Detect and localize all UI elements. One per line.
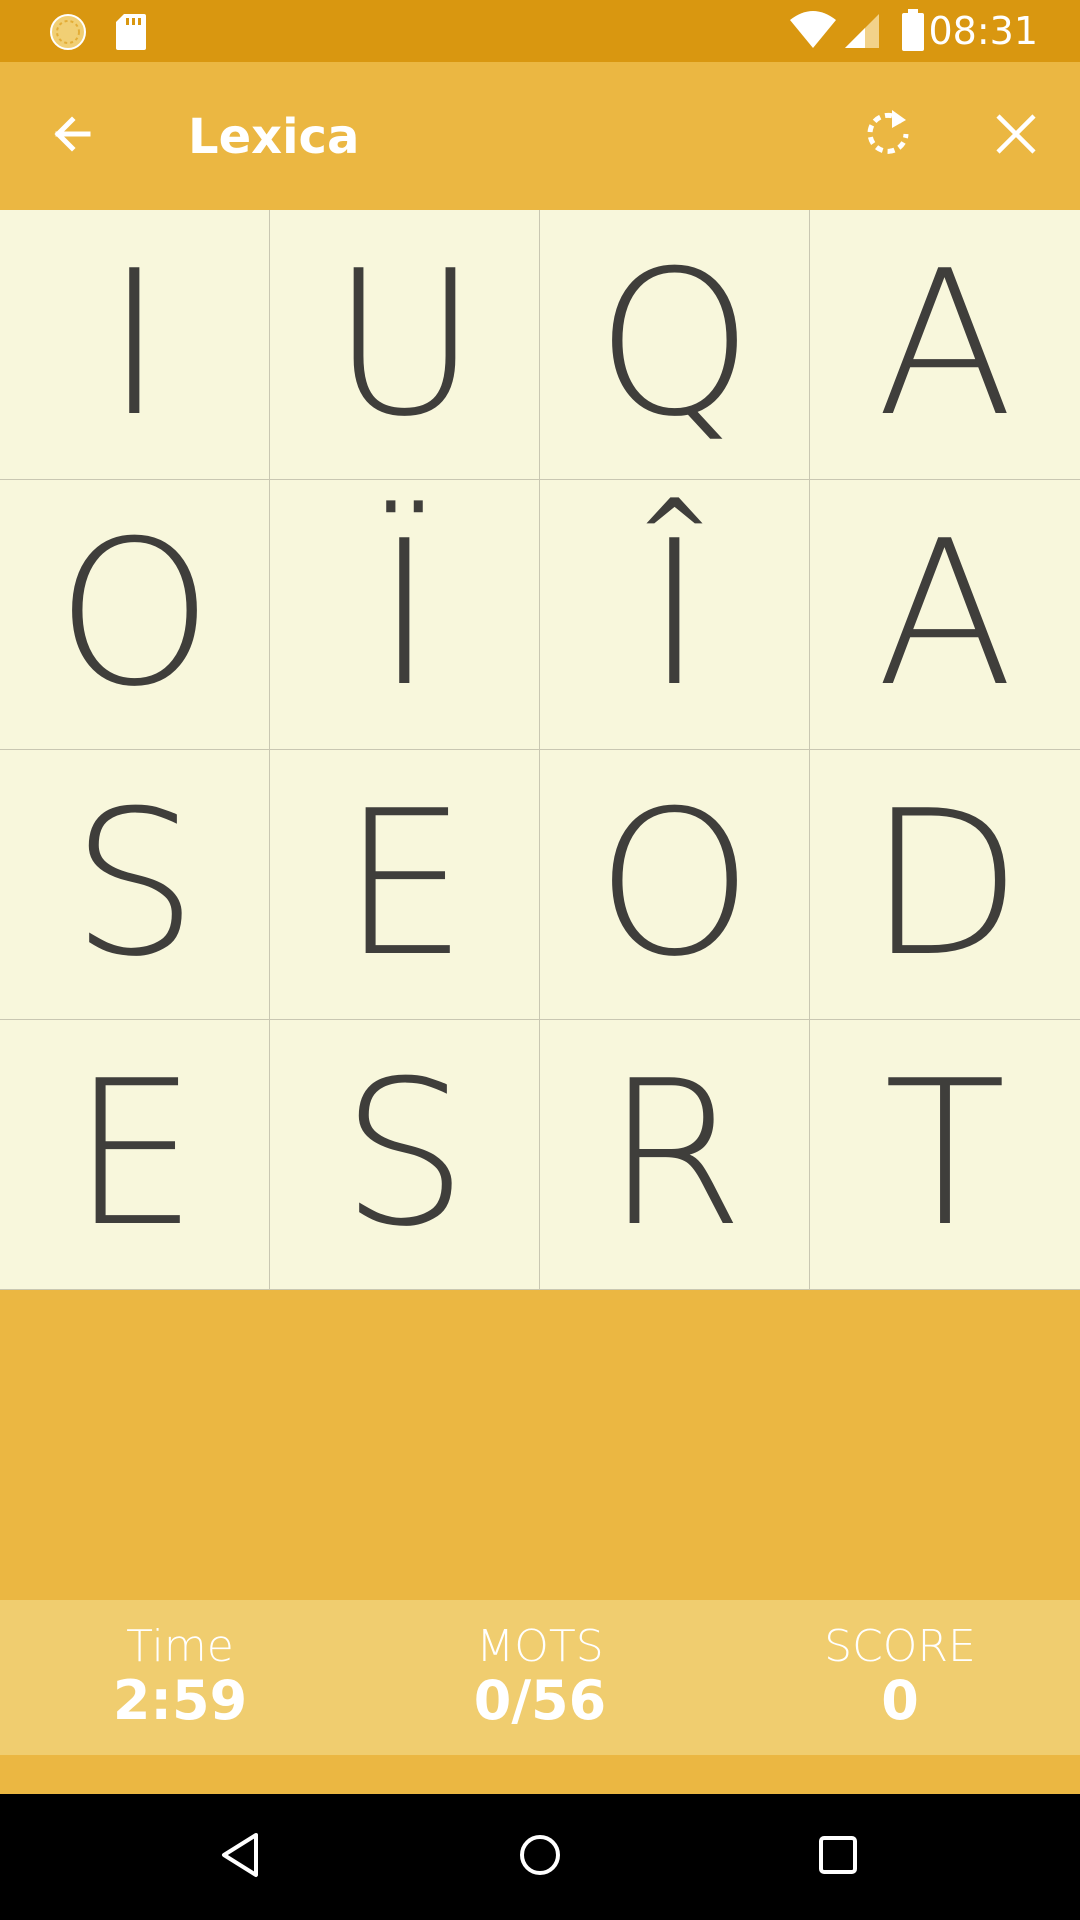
time-label: Time	[126, 1621, 234, 1672]
letter-tile[interactable]: Ï	[270, 480, 540, 750]
status-time: 08:31	[928, 9, 1038, 53]
letter-tile[interactable]: R	[540, 1020, 810, 1290]
status-bar: 08:31	[0, 0, 1080, 62]
app-bar: Lexica	[0, 62, 1080, 210]
letter-tile[interactable]: U	[270, 210, 540, 480]
rotate-board-button[interactable]	[848, 96, 928, 176]
letter-tile[interactable]: A	[810, 480, 1080, 750]
battery-icon	[901, 8, 925, 56]
letter-tile[interactable]: T	[810, 1020, 1080, 1290]
time-value: 2:59	[112, 1669, 248, 1732]
navigation-bar	[0, 1794, 1080, 1920]
letter-tile[interactable]: E	[0, 1020, 270, 1290]
sd-card-icon	[114, 12, 148, 56]
letter-tile[interactable]: E	[270, 750, 540, 1020]
nav-recents-button[interactable]	[798, 1817, 878, 1897]
letter-board: I U Q A O Ï Î A S E O D E S R T	[0, 210, 1080, 1290]
nav-back-icon	[218, 1831, 262, 1883]
score-label: SCORE	[824, 1621, 976, 1672]
score-stat: SCORE 0	[750, 1622, 1050, 1730]
arrow-back-icon	[48, 110, 96, 162]
wifi-icon	[789, 10, 837, 54]
app-title: Lexica	[188, 109, 360, 165]
letter-tile[interactable]: O	[0, 480, 270, 750]
words-value: 0/56	[473, 1669, 607, 1732]
score-value: 0	[881, 1669, 919, 1732]
sync-status-icon	[48, 12, 88, 56]
letter-tile[interactable]: S	[0, 750, 270, 1020]
score-panel: Time 2:59 MOTS 0/56 SCORE 0	[0, 1600, 1080, 1755]
letter-tile[interactable]: A	[810, 210, 1080, 480]
close-icon	[994, 112, 1038, 160]
nav-recents-icon	[816, 1833, 860, 1881]
nav-home-icon	[516, 1831, 564, 1883]
cellular-signal-icon	[843, 12, 881, 54]
words-label: MOTS	[476, 1621, 604, 1672]
time-stat: Time 2:59	[30, 1622, 330, 1730]
nav-back-button[interactable]	[200, 1817, 280, 1897]
letter-tile[interactable]: Î	[540, 480, 810, 750]
words-stat: MOTS 0/56	[390, 1622, 690, 1730]
letter-tile[interactable]: I	[0, 210, 270, 480]
letter-tile[interactable]: Q	[540, 210, 810, 480]
back-button[interactable]	[32, 96, 112, 176]
letter-tile[interactable]: D	[810, 750, 1080, 1020]
letter-tile[interactable]: S	[270, 1020, 540, 1290]
rotate-icon	[862, 108, 914, 164]
close-button[interactable]	[976, 96, 1056, 176]
letter-tile[interactable]: O	[540, 750, 810, 1020]
nav-home-button[interactable]	[500, 1817, 580, 1897]
